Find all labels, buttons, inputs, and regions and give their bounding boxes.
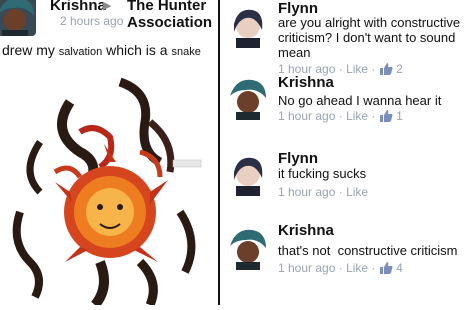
comment-time[interactable]: 1 hour ago (278, 261, 335, 275)
post-text-word: salvation (58, 46, 103, 58)
comment-time[interactable]: 1 hour ago (278, 109, 335, 123)
comment-item: Flynn it fucking sucks 1 hour ago · Like (226, 150, 474, 202)
commenter-avatar[interactable] (226, 152, 270, 196)
like-link[interactable]: Like (346, 261, 368, 275)
commenter-name[interactable]: Krishna (278, 74, 334, 91)
author-avatar[interactable] (0, 0, 36, 36)
comment-text: it fucking sucks (278, 166, 367, 181)
commenter-avatar[interactable] (226, 226, 270, 270)
divider (218, 0, 220, 305)
comment-item: Krishna that's not constructive criticis… (226, 222, 474, 286)
commenter-avatar[interactable] (226, 76, 270, 120)
like-count: 2 (396, 62, 403, 76)
post-text-part: drew my (2, 42, 55, 58)
group-name[interactable]: The Hunter Association (127, 0, 217, 31)
commenter-name[interactable]: Krishna (278, 222, 334, 239)
comment-item: Krishna No go ahead I wanna hear it 1 ho… (226, 74, 474, 126)
comment-time[interactable]: 1 hour ago (278, 185, 335, 199)
like-count: 4 (396, 261, 403, 275)
post-text-part: which is a (106, 42, 168, 58)
like-link[interactable]: Like (346, 185, 368, 199)
post-timestamp[interactable]: 2 hours ago (60, 14, 123, 28)
post-drawing-image[interactable] (0, 62, 218, 309)
comment-meta: 1 hour ago · Like · 1 (278, 109, 403, 125)
comment-meta: 1 hour ago · Like (278, 185, 369, 199)
comment-text: that's not constructive criticism (278, 243, 458, 258)
share-arrow-icon: ▶ (103, 0, 112, 12)
comment-text: are you alright with constructive critic… (278, 15, 461, 60)
comment-meta: 1 hour ago · Like · 4 (278, 261, 403, 277)
post-text: drew my salvation which is a snake (2, 42, 201, 58)
comment-text: No go ahead I wanna hear it (278, 93, 442, 108)
commenter-name[interactable]: Flynn (278, 150, 318, 167)
thumbs-up-icon (379, 261, 393, 277)
post-header: Krishna ▶ The Hunter Association 2 hours… (0, 0, 218, 36)
like-link[interactable]: Like (346, 109, 368, 123)
commenter-avatar[interactable] (226, 4, 270, 48)
like-count: 1 (396, 109, 403, 123)
thumbs-up-icon (379, 109, 393, 125)
post-text-word: snake (171, 46, 201, 58)
like-link[interactable]: Like (346, 62, 368, 76)
comment-item: Flynn are you alright with constructive … (226, 0, 474, 76)
post-author-name[interactable]: Krishna (50, 0, 106, 14)
